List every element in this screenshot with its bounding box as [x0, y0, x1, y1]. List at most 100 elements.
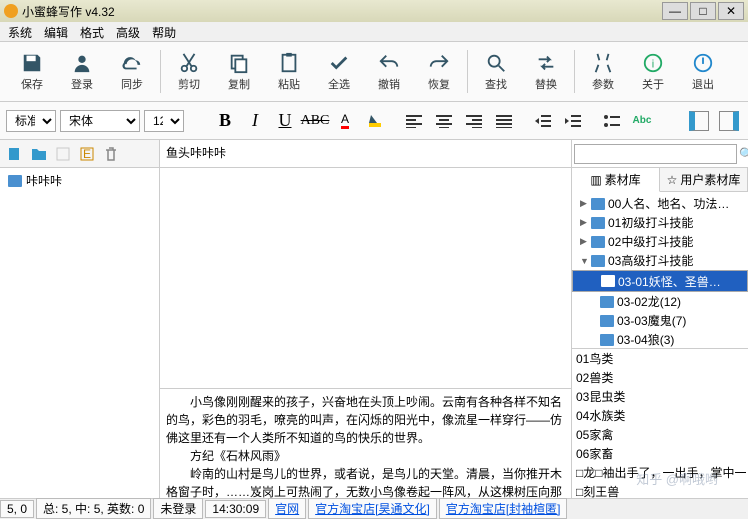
panel-right-toggle[interactable]	[716, 108, 742, 134]
cut-button[interactable]: 剪切	[165, 46, 213, 97]
about-button[interactable]: i关于	[629, 46, 677, 97]
tree-node-03-04[interactable]: 03-04狼(3)	[572, 330, 748, 348]
font-select[interactable]: 宋体	[60, 110, 140, 132]
status-count: 总: 5, 中: 5, 英数: 0	[36, 498, 151, 519]
editor-content[interactable]	[160, 168, 571, 388]
result-item[interactable]: □龙□袖出手了，一出手，掌中一	[572, 463, 748, 482]
align-justify-button[interactable]	[491, 108, 517, 134]
undo-button[interactable]: 撤销	[365, 46, 413, 97]
align-left-button[interactable]	[401, 108, 427, 134]
svg-text:E: E	[83, 147, 91, 161]
app-icon	[4, 4, 18, 18]
folder-icon	[8, 175, 22, 187]
main-toolbar: 保存 登录 同步 剪切 复制 粘贴 全选 撤销 恢复 查找 替换 参数 i关于 …	[0, 42, 748, 102]
result-item[interactable]: □刻王兽	[572, 482, 748, 498]
minimize-button[interactable]: —	[662, 2, 688, 20]
save-button[interactable]: 保存	[8, 46, 56, 97]
status-bar: 5, 0 总: 5, 中: 5, 英数: 0 未登录 14:30:09 官网 官…	[0, 498, 748, 518]
tree-node-03-03[interactable]: 03-03魔鬼(7)	[572, 311, 748, 330]
format-toolbar: 标准 宋体 12 B I U ABC A Abc	[0, 102, 748, 140]
tab-material[interactable]: ▥素材库	[572, 168, 660, 192]
copy-button[interactable]: 复制	[215, 46, 263, 97]
replace-button[interactable]: 替换	[522, 46, 570, 97]
size-select[interactable]: 12	[144, 110, 184, 132]
property-icon[interactable]: E	[76, 143, 98, 165]
align-center-button[interactable]	[431, 108, 457, 134]
result-item[interactable]: 03昆虫类	[572, 387, 748, 406]
preview-p3: 岭南的山村是鸟儿的世界，或者说，是鸟儿的天堂。清晨，当你推开木格窗子时，……岌岗…	[166, 465, 565, 498]
indent-right-button[interactable]	[560, 108, 586, 134]
preview-pane: 小鸟像刚刚醒来的孩子，兴奋地在头顶上吵闹。云南有各种各样不知名的鸟，彩色的羽毛，…	[160, 388, 571, 498]
result-item[interactable]: 04水族类	[572, 406, 748, 425]
result-item[interactable]: 06家畜	[572, 444, 748, 463]
status-link-official[interactable]: 官网	[268, 498, 306, 519]
panel-left-toggle[interactable]	[686, 108, 712, 134]
result-item[interactable]: 02兽类	[572, 368, 748, 387]
login-button[interactable]: 登录	[58, 46, 106, 97]
result-list: 01鸟类 02兽类 03昆虫类 04水族类 05家禽 06家畜 □龙□袖出手了，…	[572, 348, 748, 498]
strike-button[interactable]: ABC	[302, 108, 328, 134]
title-bar: 小蜜蜂写作 v4.32 — □ ✕	[0, 0, 748, 22]
tree-node-03[interactable]: ▼03高级打斗技能	[572, 251, 748, 270]
library-icon: ▥	[590, 173, 601, 187]
delete-icon[interactable]	[100, 143, 122, 165]
status-link-taobao2[interactable]: 官方淘宝店[封袖楦匿]	[439, 498, 568, 519]
highlight-button[interactable]	[362, 108, 388, 134]
result-item[interactable]: 05家禽	[572, 425, 748, 444]
tree-node-03-02[interactable]: 03-02龙(12)	[572, 292, 748, 311]
exit-button[interactable]: 退出	[679, 46, 727, 97]
menu-system[interactable]: 系统	[8, 24, 32, 39]
preview-p2: 方纪《石林风雨》	[166, 447, 565, 465]
new-doc-icon[interactable]	[4, 143, 26, 165]
list-bullet-button[interactable]	[599, 108, 625, 134]
status-time: 14:30:09	[205, 500, 266, 518]
preview-p1: 小鸟像刚刚醒来的孩子，兴奋地在头顶上吵闹。云南有各种各样不知名的鸟，彩色的羽毛，…	[166, 393, 565, 447]
menu-bar: 系统 编辑 格式 高级 帮助	[0, 22, 748, 42]
status-link-taobao1[interactable]: 官方淘宝店[昊通文化]	[308, 498, 437, 519]
spellcheck-button[interactable]: Abc	[629, 108, 655, 134]
tree-node-03-01[interactable]: 03-01妖怪、圣兽…	[572, 270, 748, 292]
italic-button[interactable]: I	[242, 108, 268, 134]
search-input[interactable]	[574, 144, 737, 164]
tab-user-material[interactable]: ☆用户素材库	[660, 168, 748, 191]
star-icon: ☆	[667, 173, 678, 187]
menu-edit[interactable]: 编辑	[44, 24, 68, 39]
left-toolbar: E	[0, 140, 159, 168]
tree-node-00[interactable]: ▶00人名、地名、功法…	[572, 194, 748, 213]
align-right-button[interactable]	[461, 108, 487, 134]
rename-icon[interactable]	[52, 143, 74, 165]
tree-node-01[interactable]: ▶01初级打斗技能	[572, 213, 748, 232]
right-panel: 🔍 搜索 ▥素材库 ☆用户素材库 ▶00人名、地名、功法… ▶01初级打斗技能 …	[572, 140, 748, 498]
tree-node-02[interactable]: ▶02中级打斗技能	[572, 232, 748, 251]
status-position: 5, 0	[0, 500, 34, 518]
maximize-button[interactable]: □	[690, 2, 716, 20]
open-folder-icon[interactable]	[28, 143, 50, 165]
title-input[interactable]: 鱼头咔咔咔	[160, 140, 571, 168]
paste-button[interactable]: 粘贴	[265, 46, 313, 97]
style-select[interactable]: 标准	[6, 110, 56, 132]
redo-button[interactable]: 恢复	[415, 46, 463, 97]
result-item[interactable]: 01鸟类	[572, 349, 748, 368]
indent-left-button[interactable]	[530, 108, 556, 134]
search-bar: 🔍 搜索	[572, 140, 748, 168]
underline-button[interactable]: U	[272, 108, 298, 134]
svg-text:i: i	[652, 58, 654, 70]
menu-format[interactable]: 格式	[80, 24, 104, 39]
selectall-button[interactable]: 全选	[315, 46, 363, 97]
doc-tree-item[interactable]: 咔咔咔	[0, 168, 159, 193]
doc-tree-label: 咔咔咔	[26, 172, 62, 189]
sync-button[interactable]: 同步	[108, 46, 156, 97]
search-icon[interactable]: 🔍	[739, 147, 748, 161]
material-tabs: ▥素材库 ☆用户素材库	[572, 168, 748, 192]
find-button[interactable]: 查找	[472, 46, 520, 97]
menu-help[interactable]: 帮助	[152, 24, 176, 39]
params-button[interactable]: 参数	[579, 46, 627, 97]
main-area: E 咔咔咔 鱼头咔咔咔 小鸟像刚刚醒来的孩子，兴奋地在头顶上吵闹。云南有各种各样…	[0, 140, 748, 498]
bold-button[interactable]: B	[212, 108, 238, 134]
fontcolor-button[interactable]: A	[332, 108, 358, 134]
material-tree: ▶00人名、地名、功法… ▶01初级打斗技能 ▶02中级打斗技能 ▼03高级打斗…	[572, 192, 748, 348]
close-button[interactable]: ✕	[718, 2, 744, 20]
status-login: 未登录	[153, 498, 203, 519]
menu-advanced[interactable]: 高级	[116, 24, 140, 39]
editor-panel: 鱼头咔咔咔 小鸟像刚刚醒来的孩子，兴奋地在头顶上吵闹。云南有各种各样不知名的鸟，…	[160, 140, 572, 498]
